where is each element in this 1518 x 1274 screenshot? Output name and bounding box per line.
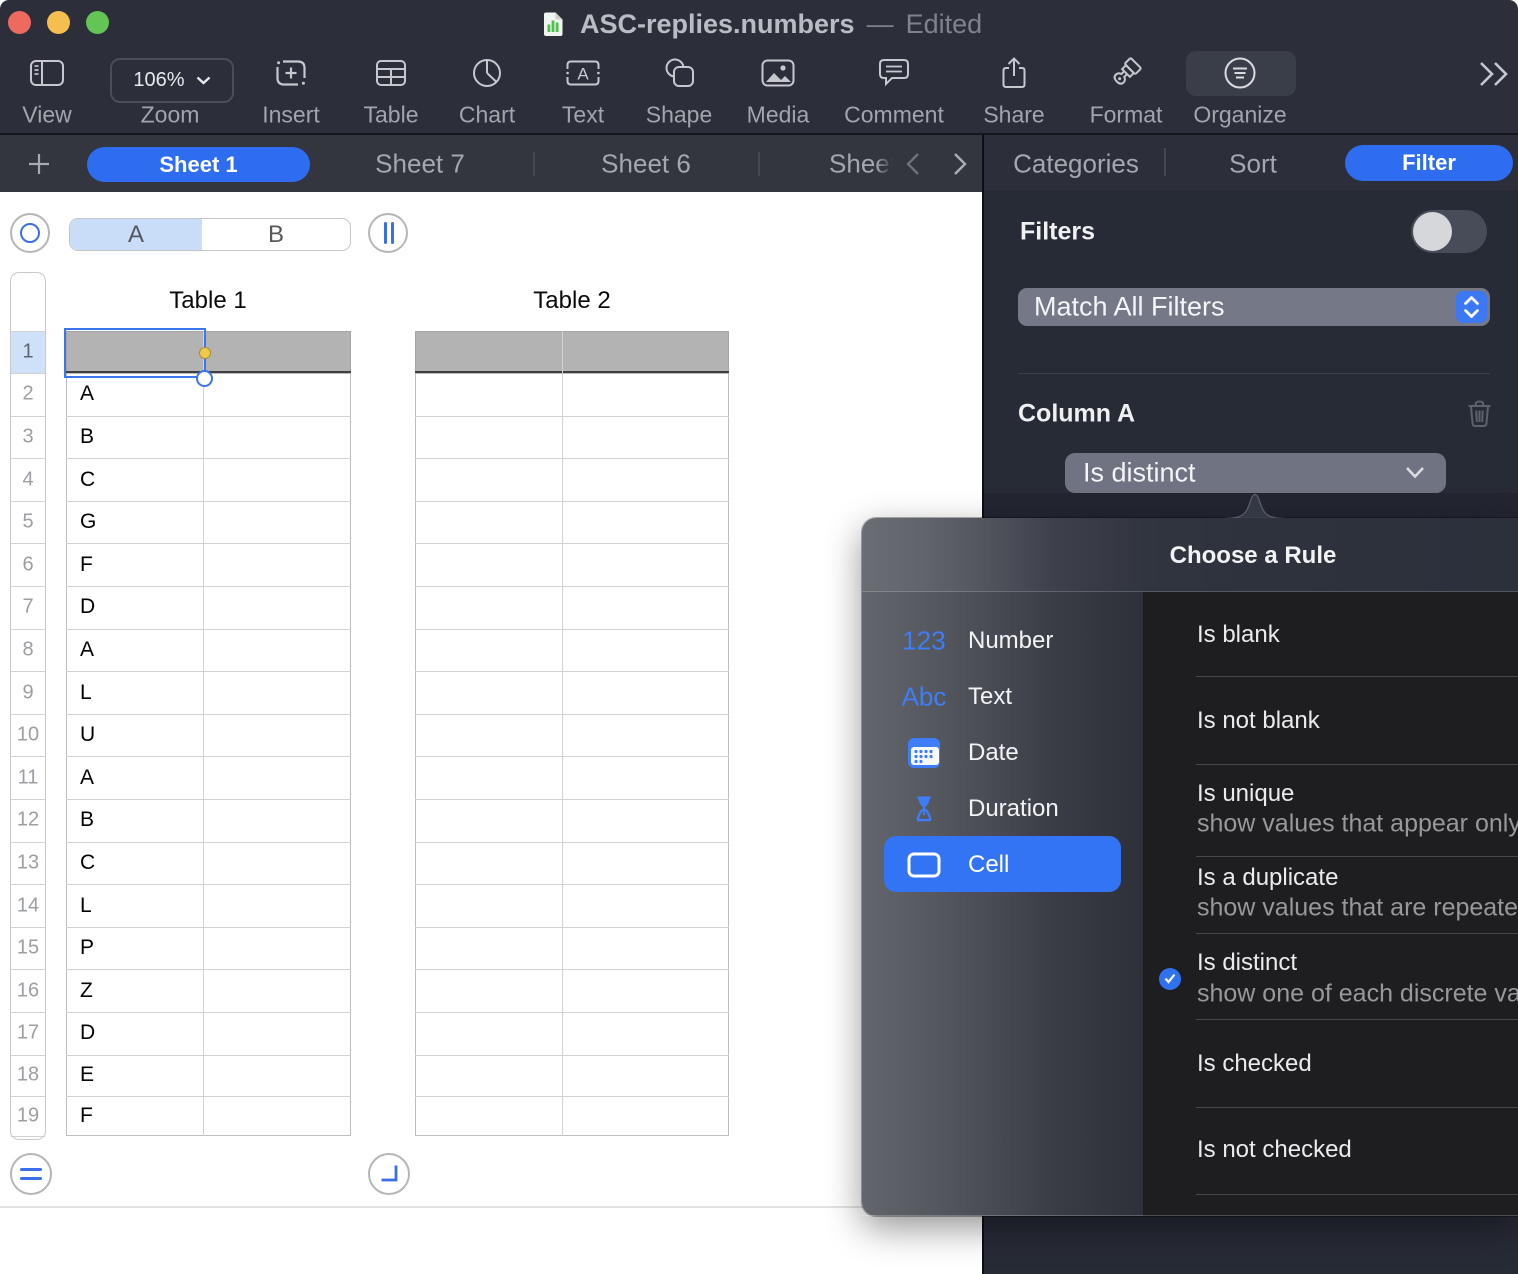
svg-text:A: A [577,65,589,84]
